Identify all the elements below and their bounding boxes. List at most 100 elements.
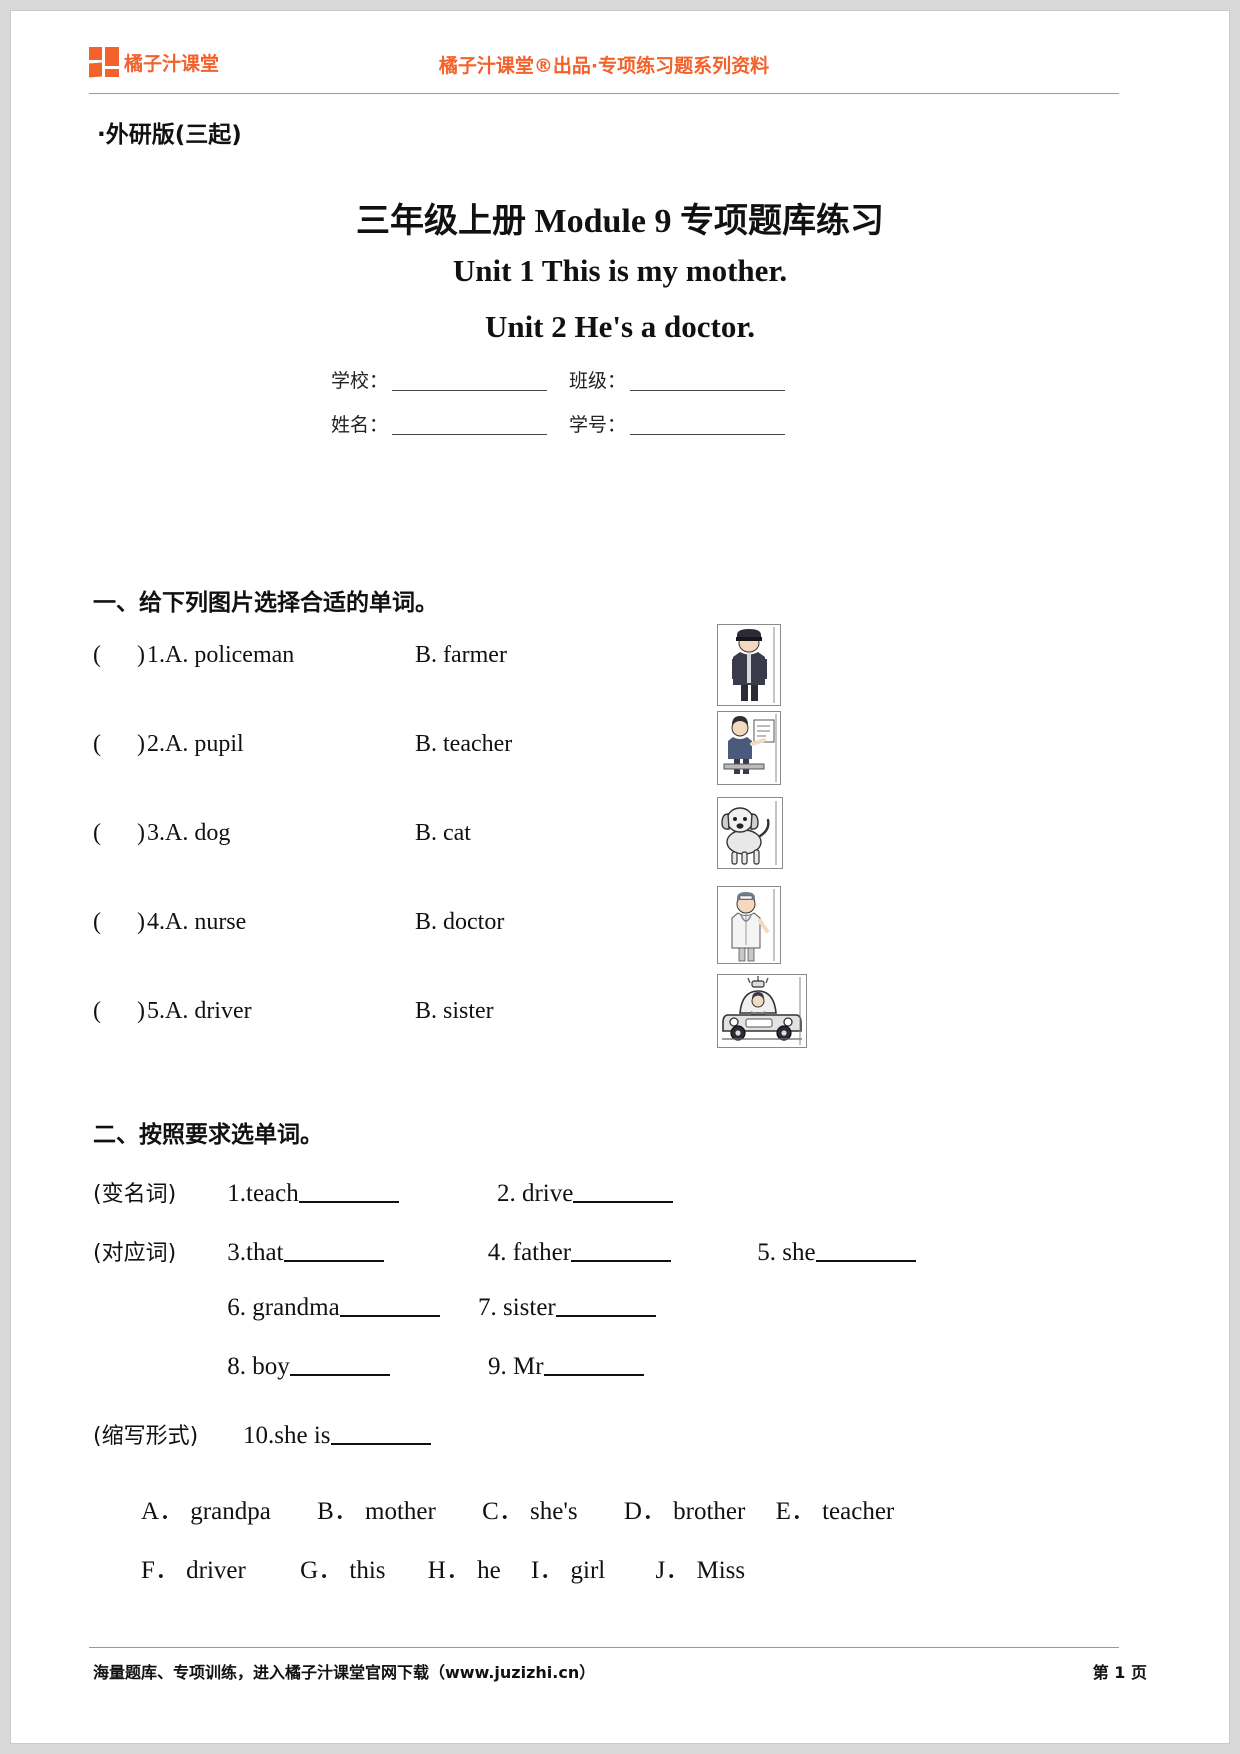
question-row: ( ) 3. A. dog B. cat (93, 789, 733, 878)
item-word: sister (502, 1294, 556, 1321)
word-bank-row: A． grandpa B． mother C． she's D． brother… (141, 1491, 894, 1550)
school-input[interactable] (392, 371, 548, 391)
bank-option-d[interactable]: D． brother (624, 1491, 746, 1527)
answer-blank[interactable] (543, 1374, 644, 1376)
unit2-title: Unit 2 He's a doctor. (484, 309, 756, 344)
question-row: ( ) 2. A. pupil B. teacher (93, 700, 733, 789)
item-number: 7. (477, 1294, 497, 1321)
option-b[interactable]: B. cat (415, 820, 471, 847)
question-number: 5. (146, 998, 165, 1024)
item-word: Mr (513, 1353, 544, 1380)
word-row: (变名词) 1.teach 2. drive (93, 1176, 1093, 1235)
item-word: boy (252, 1353, 290, 1380)
bank-option-g[interactable]: G． this (300, 1550, 385, 1586)
option-b[interactable]: B. farmer (415, 642, 507, 669)
row-tag: (缩写形式) (93, 1424, 199, 1449)
answer-blank[interactable] (298, 1201, 399, 1203)
item-number: 3. (227, 1239, 246, 1266)
question-number: 3. (146, 820, 165, 846)
question-number: 4. (146, 909, 165, 935)
answer-blank[interactable] (289, 1374, 390, 1376)
word-row: (对应词) 3.that 4. father 5. she (93, 1235, 1093, 1294)
question-number: 1. (146, 642, 165, 668)
item-number: 9. (488, 1353, 507, 1380)
answer-blank[interactable] (330, 1443, 431, 1445)
answer-blank[interactable] (283, 1260, 384, 1262)
item-word: teach (246, 1180, 299, 1207)
class-label: 班级： (569, 370, 627, 392)
item-number: 8. (227, 1353, 246, 1380)
item-word: she is (274, 1422, 331, 1449)
student-info-block: 学校： 班级： 姓名： 学号： (331, 366, 831, 454)
item-number: 10. (243, 1422, 275, 1449)
item-number: 5. (757, 1239, 777, 1266)
option-a[interactable]: A. driver (165, 998, 415, 1025)
question-row: ( ) 5. A. driver B. sister (93, 967, 733, 1056)
bank-option-j[interactable]: J． Miss (656, 1550, 746, 1586)
info-row: 姓名： 学号： (331, 410, 831, 437)
word-bank-row: F． driver G． this H． he I． girl J． Miss (141, 1550, 894, 1609)
word-row: (缩写形式) 10.she is (93, 1418, 1093, 1477)
section-two-body: (变名词) 1.teach 2. drive (对应词) 3.that 4. f… (93, 1176, 1093, 1477)
driver-car-photo (717, 974, 807, 1048)
item-word: that (246, 1239, 284, 1266)
footer-divider (89, 1647, 1119, 1648)
option-b[interactable]: B. teacher (415, 731, 512, 758)
bank-option-b[interactable]: B． mother (317, 1491, 436, 1527)
word-row: 8. boy 9. Mr (93, 1353, 1093, 1412)
option-b[interactable]: B. doctor (415, 909, 504, 936)
item-word: grandma (252, 1294, 340, 1321)
option-a[interactable]: A. pupil (165, 731, 415, 758)
doctor-photo (717, 886, 781, 964)
item-word: drive (521, 1180, 574, 1207)
header-divider (89, 93, 1119, 94)
word-row: 6. grandma 7. sister (93, 1294, 1093, 1353)
answer-blank[interactable] (571, 1260, 672, 1262)
bank-option-e[interactable]: E． teacher (776, 1491, 895, 1527)
school-label: 学校： (331, 370, 389, 392)
unit1-title: Unit 1 This is my mother. (452, 253, 788, 288)
answer-bracket[interactable]: ( ) (93, 998, 145, 1025)
teacher-photo (717, 711, 781, 785)
bank-option-f[interactable]: F． driver (141, 1550, 246, 1586)
answer-bracket[interactable]: ( ) (93, 642, 145, 669)
student-id-label: 学号： (569, 414, 627, 436)
answer-bracket[interactable]: ( ) (93, 820, 145, 847)
page-header: 橘子汁课堂 橘子汁课堂®出品·专项练习题系列资料 (89, 39, 1119, 91)
question-row: ( ) 4. A. nurse B. doctor (93, 878, 733, 967)
row-tag: (对应词) (93, 1241, 177, 1266)
item-number: 4. (487, 1239, 507, 1266)
answer-blank[interactable] (339, 1315, 440, 1317)
answer-bracket[interactable]: ( ) (93, 909, 145, 936)
name-input[interactable] (392, 415, 548, 435)
page-number: 第 1 页 (1092, 1663, 1147, 1682)
word-bank: A． grandpa B． mother C． she's D． brother… (141, 1491, 894, 1609)
option-a[interactable]: A. policeman (165, 642, 415, 669)
item-word: she (782, 1239, 816, 1266)
option-a[interactable]: A. dog (165, 820, 415, 847)
student-id-input[interactable] (630, 415, 786, 435)
bank-option-c[interactable]: C． she's (482, 1491, 577, 1527)
question-number: 2. (146, 731, 165, 757)
answer-blank[interactable] (815, 1260, 916, 1262)
page-title: 三年级上册 Module 9 专项题库练习 (356, 203, 884, 240)
worksheet-page: 橘子汁课堂 橘子汁课堂®出品·专项练习题系列资料 ·外研版(三起) 三年级上册 … (10, 10, 1230, 1744)
info-row: 学校： 班级： (331, 366, 831, 393)
item-number: 1. (227, 1180, 246, 1207)
answer-bracket[interactable]: ( ) (93, 731, 145, 758)
option-a[interactable]: A. nurse (165, 909, 415, 936)
row-tag: (变名词) (93, 1182, 177, 1207)
bank-option-h[interactable]: H． he (428, 1550, 501, 1586)
edition-label: ·外研版(三起) (97, 122, 242, 148)
question-row: ( ) 1. A. policeman B. farmer (93, 611, 733, 700)
option-b[interactable]: B. sister (415, 998, 494, 1025)
bank-option-a[interactable]: A． grandpa (141, 1491, 271, 1527)
item-number: 2. (496, 1180, 516, 1207)
item-number: 6. (227, 1294, 246, 1321)
policeman-photo (717, 624, 781, 706)
answer-blank[interactable] (555, 1315, 656, 1317)
bank-option-i[interactable]: I． girl (531, 1550, 605, 1586)
class-input[interactable] (630, 371, 786, 391)
answer-blank[interactable] (573, 1201, 674, 1203)
dog-photo (717, 797, 783, 869)
